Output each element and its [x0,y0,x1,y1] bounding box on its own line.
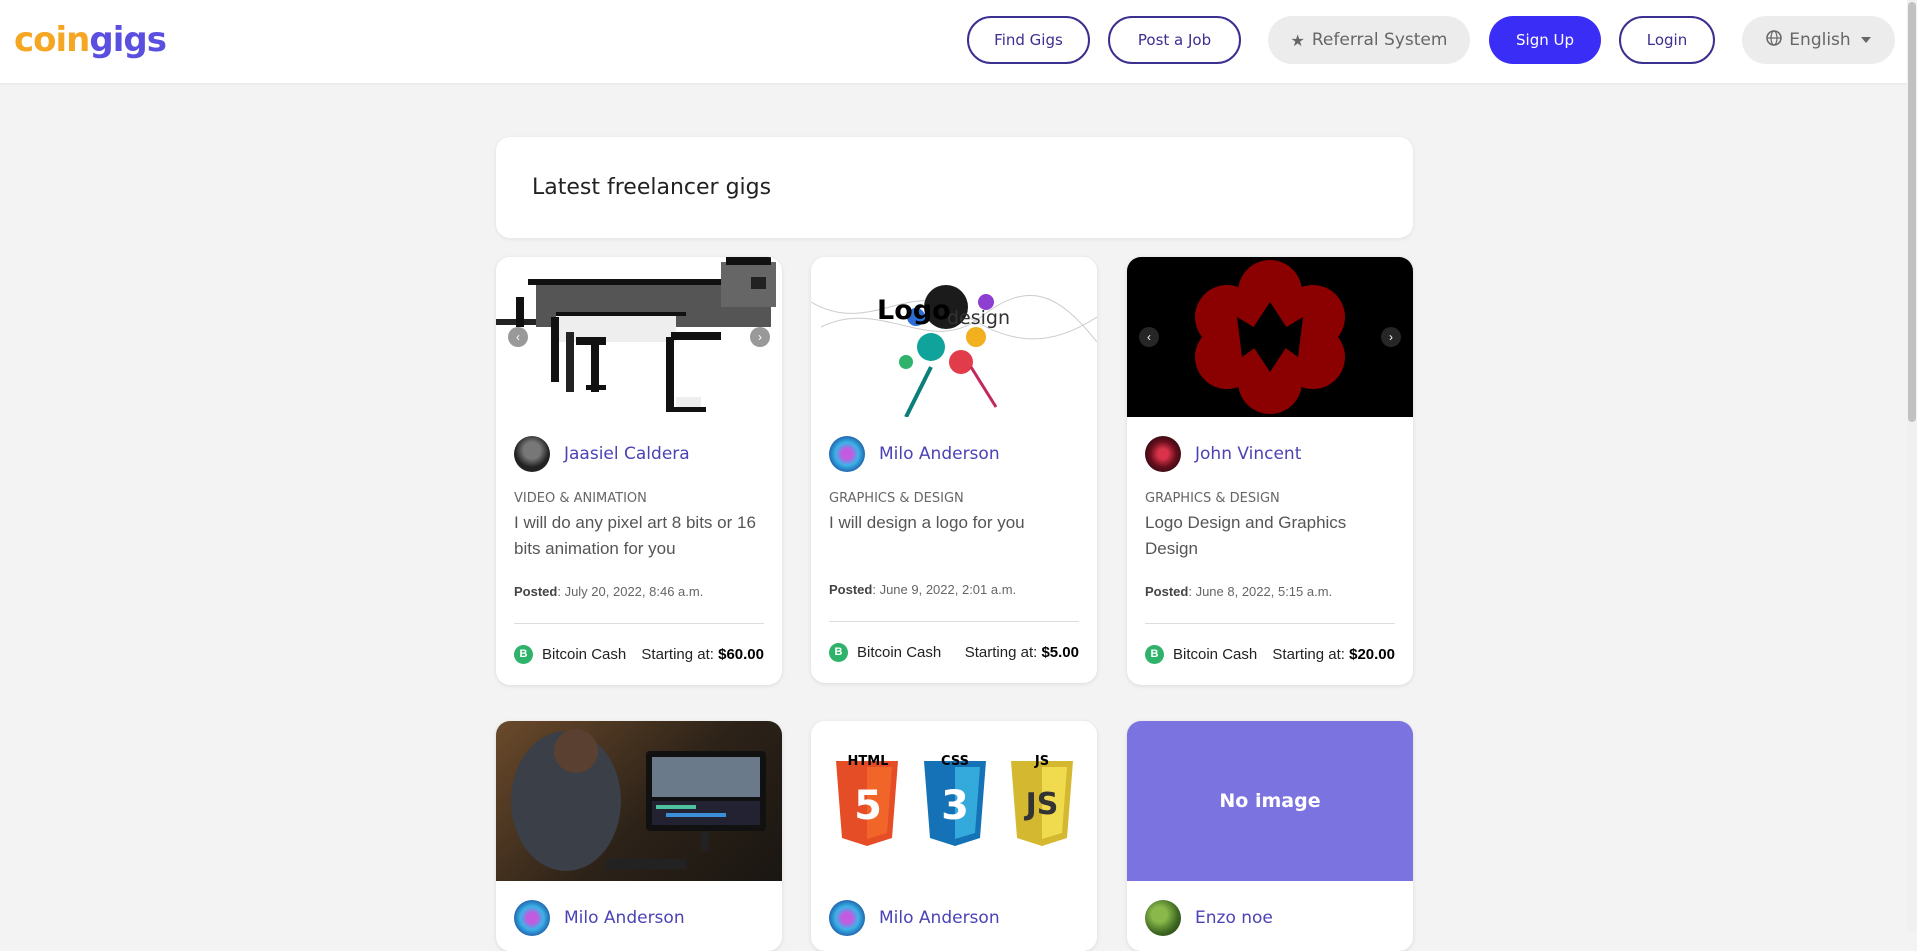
login-button[interactable]: Login [1619,16,1715,64]
carousel-next-button[interactable]: › [750,327,770,347]
bitcoin-cash-icon: B [829,643,848,662]
avatar [1145,436,1181,472]
avatar [514,436,550,472]
css-label: CSS [941,754,969,769]
starting-label: Starting at: [1272,646,1345,663]
design-word: design [947,307,1011,329]
author-name-link[interactable]: Jaasiel Caldera [564,444,690,464]
bitcoin-cash-icon: B [1145,645,1164,664]
no-image-placeholder[interactable]: No image [1127,721,1413,881]
author-name-link[interactable]: Milo Anderson [564,908,685,928]
gig-price-row: B Bitcoin Cash Starting at: $60.00 [514,645,764,664]
price-value: $20.00 [1349,646,1395,663]
gig-image[interactable]: HTML CSS JS 5 3 JS [811,721,1097,881]
star-icon: ★ [1290,30,1305,50]
gig-title-link[interactable]: I will do any pixel art 8 bits or 16 bit… [514,510,769,562]
logo-word: Logo [877,295,951,326]
gig-image[interactable]: Logo design [811,257,1097,417]
card-divider [829,621,1079,622]
sign-up-button[interactable]: Sign Up [1489,16,1601,64]
avatar [829,436,865,472]
carousel-prev-button[interactable]: ‹ [1139,327,1159,347]
gig-image-carousel[interactable]: ‹ › [496,257,782,417]
referral-label: Referral System [1311,30,1448,50]
author-name-link[interactable]: Milo Anderson [879,908,1000,928]
author-name-link[interactable]: John Vincent [1195,444,1301,464]
red-flower-logo-image [1195,260,1345,414]
logo-text-gigs: gigs [89,20,167,60]
starting-price: Starting at: $5.00 [965,644,1079,661]
chevron-down-icon [1860,37,1871,43]
posted-date-value: : June 8, 2022, 5:15 a.m. [1188,584,1333,599]
posted-label: Posted [514,584,558,599]
coingigs-logo[interactable]: coingigs [14,20,167,60]
gig-posted-date: Posted: June 9, 2022, 2:01 a.m. [829,582,1016,597]
price-value: $60.00 [718,646,764,663]
gig-price-row: B Bitcoin Cash Starting at: $20.00 [1145,645,1395,664]
gig-author[interactable]: Milo Anderson [829,436,1000,472]
starting-price: Starting at: $60.00 [641,646,764,663]
video-editing-image [511,729,766,871]
price-value: $5.00 [1041,644,1079,661]
gig-card[interactable]: ‹ › John Vincent GRAPHICS & DESIGN Logo … [1127,257,1413,685]
gig-category: VIDEO & ANIMATION [514,491,647,506]
carousel-next-button[interactable]: › [1381,327,1401,347]
gig-category: GRAPHICS & DESIGN [829,491,964,506]
starting-price: Starting at: $20.00 [1272,646,1395,663]
author-name-link[interactable]: Milo Anderson [879,444,1000,464]
language-dropdown[interactable]: English [1742,16,1895,64]
pixel-art-cat-image [496,257,776,412]
posted-date-value: : June 9, 2022, 2:01 a.m. [872,582,1017,597]
globe-icon [1766,30,1783,50]
currency-name: Bitcoin Cash [542,646,627,663]
posted-label: Posted [829,582,873,597]
gig-author[interactable]: John Vincent [1145,436,1301,472]
posted-label: Posted [1145,584,1189,599]
post-job-button[interactable]: Post a Job [1108,16,1241,64]
card-divider [514,623,764,624]
author-name-link[interactable]: Enzo noe [1195,908,1273,928]
gig-card[interactable]: No image Enzo noe [1127,721,1413,951]
card-divider [1145,623,1395,624]
currency-name: Bitcoin Cash [857,644,942,661]
gig-author[interactable]: Jaasiel Caldera [514,436,690,472]
logo-text-coin: coin [14,20,90,60]
carousel-prev-button[interactable]: ‹ [508,327,528,347]
gig-card[interactable]: ‹ › Jaasiel Caldera VIDEO & ANIMATION I … [496,257,782,685]
scrollbar-thumb[interactable] [1908,2,1916,422]
html-label: HTML [847,754,889,769]
no-image-label: No image [1219,790,1321,812]
gig-posted-date: Posted: July 20, 2022, 8:46 a.m. [514,584,703,599]
gig-card[interactable]: HTML CSS JS 5 3 JS Milo Anderson [811,721,1097,951]
find-gigs-button[interactable]: Find Gigs [967,16,1090,64]
gig-image-carousel[interactable]: ‹ › [1127,257,1413,417]
referral-system-button[interactable]: ★ Referral System [1268,16,1470,64]
html5-number: 5 [854,783,882,829]
gig-title-link[interactable]: Logo Design and Graphics Design [1145,510,1400,562]
gig-card[interactable]: Milo Anderson [496,721,782,951]
bitcoin-cash-icon: B [514,645,533,664]
gig-card[interactable]: Logo design Milo Anderson GRAPHICS & DES… [811,257,1097,683]
logo-design-image [811,285,1097,417]
language-label: English [1789,30,1851,50]
top-navbar: coingigs Find Gigs Post a Job ★ Referral… [0,0,1917,83]
page-title: Latest freelancer gigs [532,175,772,200]
section-header-card: Latest freelancer gigs [496,137,1413,238]
currency-name: Bitcoin Cash [1173,646,1258,663]
css3-number: 3 [941,783,969,829]
js-mark: JS [1025,787,1059,822]
gig-price-row: B Bitcoin Cash Starting at: $5.00 [829,643,1079,662]
gig-posted-date: Posted: June 8, 2022, 5:15 a.m. [1145,584,1332,599]
page-scrollbar[interactable] [1907,0,1917,931]
gig-image[interactable] [496,721,782,881]
gig-title-link[interactable]: I will design a logo for you [829,510,1084,536]
js-label: JS [1034,754,1050,769]
starting-label: Starting at: [641,646,714,663]
gig-category: GRAPHICS & DESIGN [1145,491,1280,506]
posted-date-value: : July 20, 2022, 8:46 a.m. [557,584,704,599]
starting-label: Starting at: [964,644,1038,661]
